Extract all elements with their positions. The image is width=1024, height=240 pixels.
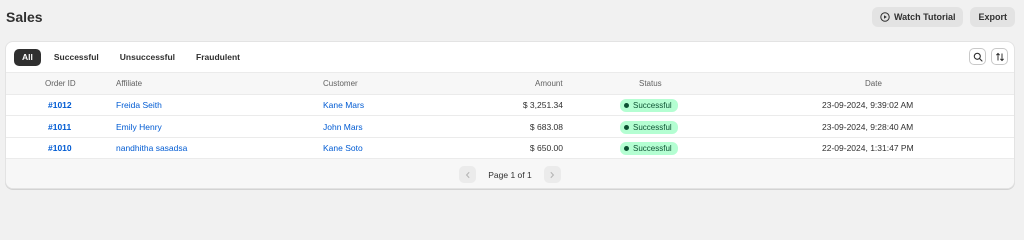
- sort-button[interactable]: [991, 48, 1008, 65]
- tab-fraudulent[interactable]: Fraudulent: [188, 49, 248, 66]
- previous-page-button[interactable]: [459, 166, 477, 183]
- date-value: 22-09-2024, 1:31:47 PM: [822, 143, 914, 153]
- tab-unsuccessful[interactable]: Unsuccessful: [112, 49, 183, 66]
- status-text: Successful: [633, 101, 672, 110]
- page-title: Sales: [6, 9, 43, 25]
- export-button[interactable]: Export: [970, 7, 1015, 27]
- customer-link[interactable]: Kane Mars: [323, 95, 364, 116]
- status-text: Successful: [633, 144, 672, 153]
- watch-tutorial-label: Watch Tutorial: [893, 12, 956, 22]
- amount-value: $ 650.00: [529, 143, 563, 153]
- pagination: Page 1 of 1: [6, 159, 1014, 188]
- order-id-link[interactable]: #1011: [48, 117, 71, 138]
- header-affiliate[interactable]: Affiliate: [116, 73, 142, 95]
- affiliate-link[interactable]: Emily Henry: [116, 117, 162, 138]
- order-id-link[interactable]: #1012: [48, 95, 72, 116]
- status-dot-icon: [624, 146, 629, 151]
- sales-card: All Successful Unsuccessful Fraudulent O…: [5, 41, 1015, 189]
- page-indicator: Page 1 of 1: [488, 169, 532, 180]
- table-tools: [969, 48, 1008, 65]
- filter-tabs: All Successful Unsuccessful Fraudulent: [6, 42, 1014, 72]
- next-page-button[interactable]: [543, 166, 561, 183]
- sort-icon: [995, 52, 1004, 61]
- status-badge: Successful: [620, 121, 678, 134]
- watch-tutorial-button[interactable]: Watch Tutorial: [871, 7, 964, 27]
- search-icon: [973, 52, 983, 62]
- chevron-left-icon: [465, 171, 470, 178]
- table-header: Order ID Affiliate Customer Amount Statu…: [6, 72, 1014, 95]
- amount-value: $ 683.08: [529, 122, 563, 132]
- play-circle-icon: [880, 12, 890, 22]
- date-value: 23-09-2024, 9:39:02 AM: [822, 100, 914, 110]
- date-value: 23-09-2024, 9:28:40 AM: [822, 122, 914, 132]
- status-badge: Successful: [620, 142, 678, 155]
- status-dot-icon: [624, 103, 629, 108]
- header-date[interactable]: Date: [865, 73, 882, 95]
- tab-all[interactable]: All: [14, 48, 41, 66]
- affiliate-link[interactable]: Freida Seith: [116, 95, 162, 116]
- header-status[interactable]: Status: [639, 73, 662, 95]
- customer-link[interactable]: John Mars: [323, 117, 363, 138]
- table-row[interactable]: #1011 Emily Henry John Mars $ 683.08 Suc…: [6, 117, 1014, 138]
- status-text: Successful: [633, 123, 672, 132]
- tab-successful[interactable]: Successful: [46, 49, 107, 66]
- affiliate-link[interactable]: nandhitha sasadsa: [116, 138, 187, 159]
- amount-value: $ 3,251.34: [522, 100, 563, 110]
- header-actions: Watch Tutorial Export: [871, 7, 1015, 27]
- table-row[interactable]: #1012 Freida Seith Kane Mars $ 3,251.34 …: [6, 95, 1014, 116]
- header-customer[interactable]: Customer: [323, 73, 358, 95]
- chevron-right-icon: [550, 171, 555, 178]
- table-row[interactable]: #1010 nandhitha sasadsa Kane Soto $ 650.…: [6, 138, 1014, 159]
- order-id-link[interactable]: #1010: [48, 138, 72, 159]
- page-header: Sales Watch Tutorial Export: [6, 7, 1015, 27]
- customer-link[interactable]: Kane Soto: [323, 138, 363, 159]
- header-order-id[interactable]: Order ID: [45, 73, 76, 95]
- status-badge: Successful: [620, 99, 678, 112]
- header-amount[interactable]: Amount: [535, 73, 563, 95]
- search-button[interactable]: [969, 48, 986, 65]
- status-dot-icon: [624, 125, 629, 130]
